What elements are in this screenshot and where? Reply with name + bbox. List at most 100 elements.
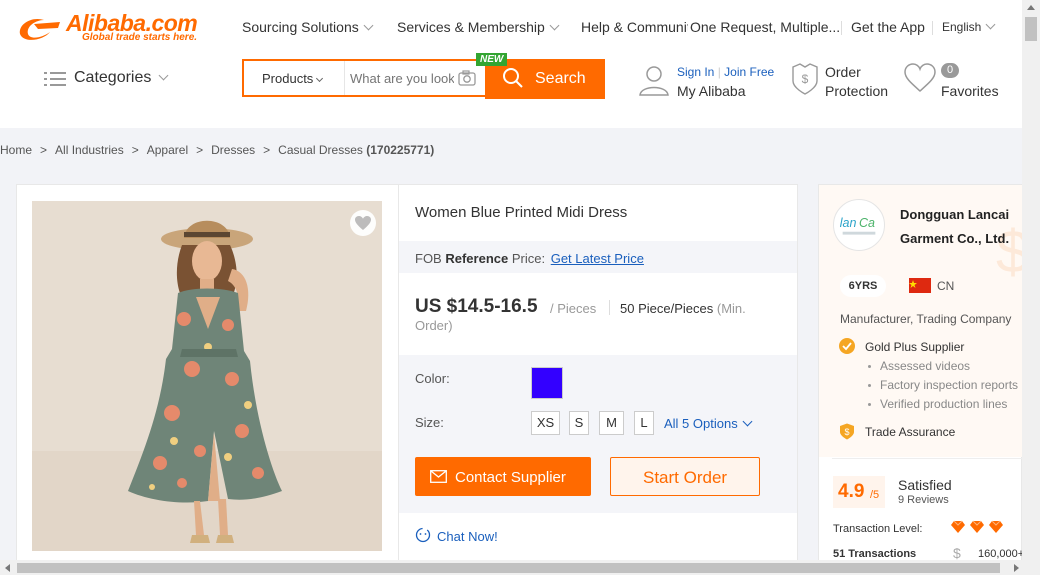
categories-menu-icon <box>44 72 66 86</box>
years-badge: 6YRS <box>840 275 886 297</box>
breadcrumb-casual-dresses[interactable]: Casual Dresses <box>278 143 363 157</box>
mail-icon <box>430 470 447 483</box>
camera-icon[interactable] <box>458 70 476 86</box>
supplier-logo[interactable]: lan Ca <box>833 199 885 251</box>
my-alibaba-link[interactable]: My Alibaba <box>677 83 745 99</box>
horizontal-scroll-thumb[interactable] <box>17 563 1000 573</box>
fob-price: FOB Reference Price: Get Latest Price <box>415 251 644 266</box>
breadcrumb: Home > All Industries > Apparel > Dresses > Casu… <box>0 143 434 157</box>
breadcrumb-apparel[interactable]: Apparel <box>147 143 188 157</box>
chat-now-link[interactable]: Chat Now! <box>437 529 498 544</box>
nav-get-the-app[interactable]: Get the App <box>851 19 925 35</box>
svg-text:lan: lan <box>840 216 857 230</box>
scroll-left-arrow-icon[interactable] <box>5 564 10 572</box>
sign-in-link[interactable]: Sign In <box>677 65 714 79</box>
diamond-icon <box>951 520 965 533</box>
panel-divider <box>832 458 1022 459</box>
svg-text:$: $ <box>802 72 809 86</box>
nav-services-membership[interactable]: Services & Membership <box>397 19 560 35</box>
breadcrumb-separator: > <box>263 143 271 157</box>
heart-icon <box>355 216 371 230</box>
bullet-dot <box>868 365 871 368</box>
supplier-country: CN <box>937 279 955 293</box>
logo-tagline: Global trade starts here. <box>82 32 198 43</box>
supplier-logo-image: lan Ca <box>840 216 876 235</box>
min-order: 50 Piece/Pieces (Min. <box>620 301 746 316</box>
business-type: Manufacturer, Trading Company <box>840 312 1012 326</box>
color-label: Color: <box>415 371 450 386</box>
scroll-right-arrow-icon[interactable] <box>1014 564 1019 572</box>
search-scope-select[interactable]: Products <box>262 71 324 86</box>
language-selector[interactable]: English <box>942 19 996 34</box>
get-latest-price-link[interactable]: Get Latest Price <box>551 251 644 266</box>
order-protection-label: Order <box>825 64 861 80</box>
size-option-s[interactable]: S <box>569 411 589 435</box>
flag-star-icon <box>909 280 917 288</box>
order-protection-icon: $ <box>792 63 818 95</box>
join-free-link[interactable]: Join Free <box>724 65 774 79</box>
price-unit: / Pieces <box>550 301 597 316</box>
verification-item[interactable]: Assessed videos <box>880 359 970 373</box>
transaction-amount: 160,000+ <box>978 548 1025 560</box>
heart-icon[interactable] <box>903 63 937 93</box>
contact-supplier-label: Contact Supplier <box>455 469 566 486</box>
reviews-link[interactable]: 9 Reviews <box>898 494 949 506</box>
breadcrumb-separator: > <box>40 143 48 157</box>
nav-sourcing-solutions[interactable]: Sourcing Solutions <box>242 19 374 35</box>
vertical-scroll-thumb[interactable] <box>1025 17 1037 41</box>
trade-assurance-icon: $ <box>840 423 854 440</box>
add-favorite-button[interactable] <box>350 210 376 236</box>
rating-scale: /5 <box>870 489 880 501</box>
breadcrumb-separator: > <box>196 143 204 157</box>
chevron-down-icon <box>742 416 753 427</box>
chat-icon <box>415 527 431 543</box>
svg-text:$: $ <box>844 427 849 437</box>
search-divider <box>344 61 345 95</box>
check-icon <box>842 342 852 351</box>
chevron-down-icon <box>316 74 324 83</box>
sign-in-links: Sign In | Join Free <box>677 65 774 79</box>
link-separator: | <box>717 65 721 79</box>
categories-menu[interactable]: Categories <box>74 69 169 87</box>
alibaba-logo-icon <box>19 18 60 40</box>
breadcrumb-all-industries[interactable]: All Industries <box>55 143 124 157</box>
size-option-l[interactable]: L <box>634 411 654 435</box>
nav-one-request[interactable]: One Request, Multiple... <box>688 19 841 35</box>
size-option-m[interactable]: M <box>599 411 624 435</box>
new-badge: NEW <box>476 53 508 66</box>
gold-supplier-icon <box>839 338 855 354</box>
dollar-icon: $ <box>953 545 961 561</box>
diamond-icon <box>989 520 1003 533</box>
product-title: Women Blue Printed Midi Dress <box>415 204 628 221</box>
supplier-name[interactable]: Dongguan Lancai Garment Co., Ltd. <box>900 203 1020 251</box>
search-icon <box>503 68 523 88</box>
favorites-count-badge: 0 <box>941 63 959 78</box>
bullet-dot <box>868 403 871 406</box>
verification-item[interactable]: Factory inspection reports <box>880 378 1018 392</box>
chevron-down-icon <box>985 19 996 30</box>
gold-plus-supplier[interactable]: Gold Plus Supplier <box>865 340 964 354</box>
scroll-up-arrow-icon[interactable] <box>1027 5 1035 10</box>
all-options-link[interactable]: All 5 Options <box>664 416 753 431</box>
nav-divider <box>932 21 933 35</box>
verification-item[interactable]: Verified production lines <box>880 397 1007 411</box>
size-option-xs[interactable]: XS <box>531 411 560 435</box>
diamond-icon <box>970 520 984 533</box>
chevron-down-icon <box>363 20 374 31</box>
min-order-note: Order) <box>415 318 453 333</box>
vertical-scrollbar[interactable] <box>1022 0 1040 560</box>
user-icon[interactable] <box>638 64 670 96</box>
size-label: Size: <box>415 415 444 430</box>
search-input[interactable] <box>350 66 454 90</box>
breadcrumb-home[interactable]: Home <box>0 143 32 157</box>
trade-assurance[interactable]: Trade Assurance <box>865 425 955 439</box>
color-swatch[interactable] <box>531 367 563 399</box>
svg-text:Ca: Ca <box>859 216 875 230</box>
favorites-link[interactable]: Favorites <box>941 83 999 99</box>
china-flag-icon <box>909 278 931 293</box>
nav-help-community[interactable]: Help & Community <box>581 19 698 35</box>
nav-divider <box>841 21 842 35</box>
product-image[interactable] <box>32 201 382 551</box>
rating-label: Satisfied <box>898 477 952 493</box>
breadcrumb-dresses[interactable]: Dresses <box>211 143 255 157</box>
